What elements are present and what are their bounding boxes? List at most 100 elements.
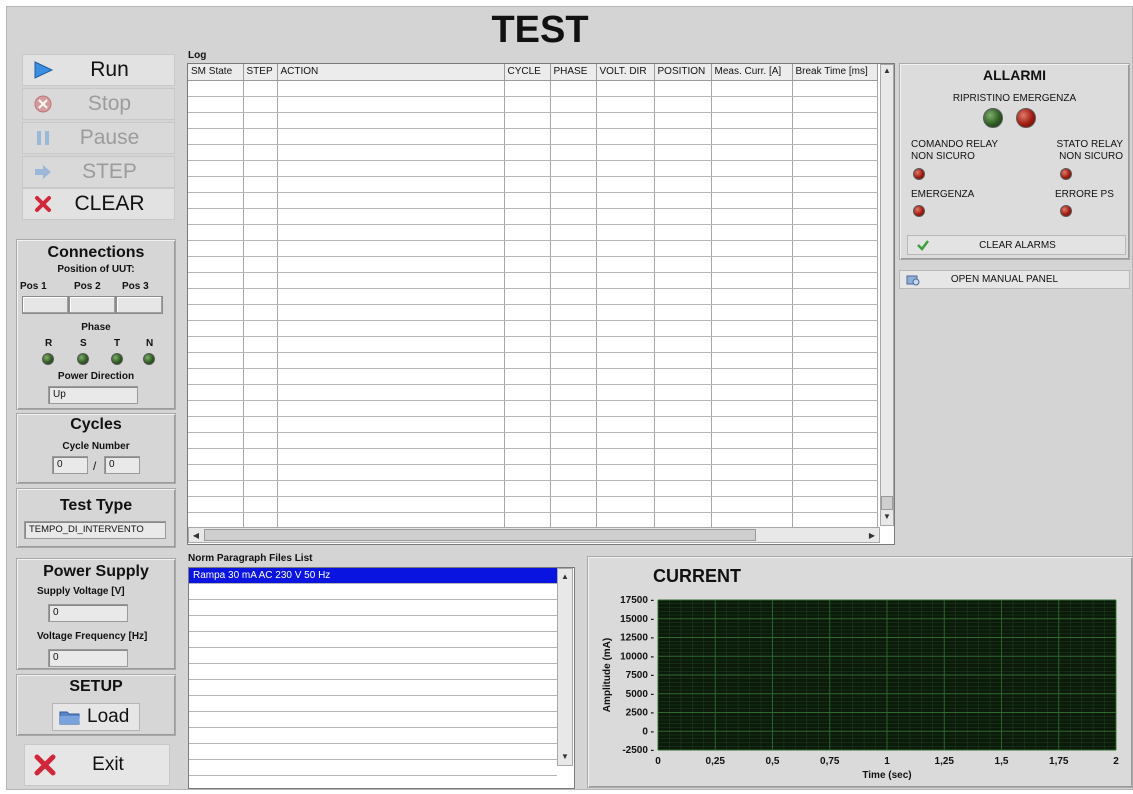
log-row[interactable] bbox=[188, 128, 878, 145]
log-cell bbox=[711, 512, 793, 529]
log-row[interactable] bbox=[188, 272, 878, 289]
x-tick-label: 1 bbox=[884, 756, 890, 767]
log-row[interactable] bbox=[188, 400, 878, 417]
log-cell bbox=[277, 448, 505, 465]
log-cell bbox=[792, 336, 878, 353]
scroll-left-arrow[interactable]: ◀ bbox=[190, 531, 202, 540]
exit-button[interactable]: Exit bbox=[24, 744, 170, 786]
log-row[interactable] bbox=[188, 416, 878, 433]
norm-file-item[interactable] bbox=[189, 632, 557, 648]
log-row[interactable] bbox=[188, 384, 878, 401]
log-cell bbox=[243, 512, 278, 529]
log-cell bbox=[188, 480, 244, 497]
norm-file-item[interactable] bbox=[189, 760, 557, 776]
norm-file-item[interactable] bbox=[189, 696, 557, 712]
log-row[interactable] bbox=[188, 160, 878, 177]
log-cell bbox=[188, 464, 244, 481]
log-row[interactable] bbox=[188, 320, 878, 337]
h-scroll-thumb[interactable] bbox=[204, 529, 756, 541]
norm-file-item[interactable] bbox=[189, 728, 557, 744]
log-cell bbox=[243, 112, 278, 129]
log-row[interactable] bbox=[188, 208, 878, 225]
stop-button[interactable]: Stop bbox=[22, 88, 175, 120]
log-row[interactable] bbox=[188, 448, 878, 465]
log-cell bbox=[550, 448, 597, 465]
pos3-button[interactable] bbox=[116, 296, 163, 314]
log-row[interactable] bbox=[188, 480, 878, 497]
log-cell bbox=[504, 320, 551, 337]
log-row[interactable] bbox=[188, 80, 878, 97]
log-cell bbox=[504, 208, 551, 225]
norm-file-item[interactable] bbox=[189, 744, 557, 760]
log-cell bbox=[596, 160, 655, 177]
scroll-thumb[interactable] bbox=[881, 496, 893, 510]
clear-alarms-button[interactable]: CLEAR ALARMS bbox=[907, 235, 1126, 255]
norm-files-scrollbar[interactable] bbox=[557, 568, 573, 766]
norm-file-item[interactable] bbox=[189, 664, 557, 680]
log-cell bbox=[654, 224, 712, 241]
ripristino-red-button[interactable] bbox=[1016, 108, 1036, 128]
voltage-frequency-field[interactable]: 0 bbox=[48, 649, 128, 667]
log-row[interactable] bbox=[188, 336, 878, 353]
log-cell bbox=[711, 272, 793, 289]
step-button[interactable]: STEP bbox=[22, 156, 175, 188]
norm-file-item[interactable] bbox=[189, 648, 557, 664]
log-row[interactable] bbox=[188, 112, 878, 129]
scroll-down-arrow[interactable]: ▼ bbox=[881, 512, 893, 521]
log-row[interactable] bbox=[188, 240, 878, 257]
pos2-button[interactable] bbox=[69, 296, 116, 314]
norm-scroll-down-arrow[interactable]: ▼ bbox=[559, 752, 571, 761]
log-cell bbox=[277, 288, 505, 305]
log-row[interactable] bbox=[188, 176, 878, 193]
log-row[interactable] bbox=[188, 496, 878, 513]
log-row[interactable] bbox=[188, 512, 878, 529]
run-button[interactable]: Run bbox=[22, 54, 175, 86]
clear-button[interactable]: CLEAR bbox=[22, 188, 175, 220]
norm-file-item[interactable] bbox=[189, 616, 557, 632]
log-row[interactable] bbox=[188, 144, 878, 161]
norm-file-item[interactable] bbox=[189, 600, 557, 616]
log-row[interactable] bbox=[188, 288, 878, 305]
log-row[interactable] bbox=[188, 368, 878, 385]
ripristino-green-button[interactable] bbox=[983, 108, 1003, 128]
scroll-right-arrow[interactable]: ▶ bbox=[866, 531, 878, 540]
norm-file-item[interactable] bbox=[189, 584, 557, 600]
test-type-field: TEMPO_DI_INTERVENTO bbox=[24, 521, 166, 539]
log-row[interactable] bbox=[188, 192, 878, 209]
pos1-button[interactable] bbox=[22, 296, 69, 314]
log-cell bbox=[792, 272, 878, 289]
log-cell bbox=[243, 288, 278, 305]
load-button[interactable]: Load bbox=[52, 703, 140, 731]
log-row[interactable] bbox=[188, 224, 878, 241]
log-cell bbox=[654, 256, 712, 273]
phase-r-led bbox=[42, 353, 54, 365]
log-cell bbox=[550, 368, 597, 385]
log-cell bbox=[504, 352, 551, 369]
x-tick-label: 2 bbox=[1113, 756, 1119, 767]
pause-button[interactable]: Pause bbox=[22, 122, 175, 154]
log-row[interactable] bbox=[188, 96, 878, 113]
ripristino-label: RIPRISTINO EMERGENZA bbox=[952, 93, 1077, 104]
norm-scroll-up-arrow[interactable]: ▲ bbox=[559, 572, 571, 581]
scroll-up-arrow[interactable]: ▲ bbox=[881, 66, 893, 75]
chart-title: CURRENT bbox=[653, 566, 741, 586]
comando-relay-label: COMANDO RELAY NON SICURO bbox=[911, 139, 998, 162]
log-cell bbox=[711, 208, 793, 225]
log-cell bbox=[711, 80, 793, 97]
log-cell bbox=[596, 320, 655, 337]
norm-file-item[interactable] bbox=[189, 680, 557, 696]
log-cell bbox=[711, 160, 793, 177]
log-row[interactable] bbox=[188, 256, 878, 273]
log-row[interactable] bbox=[188, 432, 878, 449]
log-cell bbox=[504, 304, 551, 321]
open-manual-panel-button[interactable]: OPEN MANUAL PANEL bbox=[899, 270, 1130, 289]
log-cell bbox=[596, 496, 655, 513]
supply-voltage-field[interactable]: 0 bbox=[48, 604, 128, 622]
log-vertical-scrollbar[interactable] bbox=[880, 64, 894, 526]
log-row[interactable] bbox=[188, 464, 878, 481]
arrow-right-icon bbox=[23, 163, 63, 181]
norm-file-item[interactable] bbox=[189, 712, 557, 728]
log-row[interactable] bbox=[188, 352, 878, 369]
log-row[interactable] bbox=[188, 304, 878, 321]
norm-file-item[interactable]: Rampa 30 mA AC 230 V 50 Hz bbox=[189, 568, 557, 584]
